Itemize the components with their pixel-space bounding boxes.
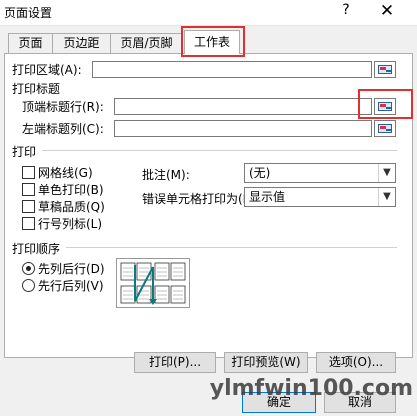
down-then-over-radio[interactable] <box>22 262 35 275</box>
page-order-preview-icon <box>116 258 190 308</box>
draft-quality-checkbox[interactable] <box>22 200 35 213</box>
dialog-title: 页面设置 <box>4 6 53 20</box>
cols-to-repeat-collapse-button[interactable] <box>374 120 396 137</box>
black-white-label: 单色打印(B) <box>38 183 104 197</box>
page-order-divider <box>66 247 397 248</box>
cell-errors-value: 显示值 <box>249 190 286 204</box>
print-button[interactable]: 打印(P)... <box>134 352 216 373</box>
comments-label: 批注(M): <box>142 168 190 182</box>
print-area-collapse-button[interactable] <box>374 61 396 78</box>
tab-highlight-box <box>181 26 245 57</box>
tab-header-footer[interactable]: 页眉/页脚 <box>110 33 183 53</box>
row-col-headings-label: 行号列标(L) <box>38 217 103 231</box>
cell-errors-select[interactable]: 显示值 ▼ <box>244 187 396 207</box>
gridlines-label: 网格线(G) <box>38 166 93 180</box>
print-preview-button[interactable]: 打印预览(W) <box>224 352 308 373</box>
down-then-over-label: 先列后行(D) <box>38 262 105 276</box>
rows-to-repeat-label: 顶端标题行(R): <box>22 100 104 114</box>
comments-select[interactable]: (无) ▼ <box>244 163 396 183</box>
over-then-down-radio[interactable] <box>22 279 35 292</box>
chevron-down-icon: ▼ <box>378 188 395 206</box>
comments-value: (无) <box>249 166 271 180</box>
rows-to-repeat-input[interactable] <box>114 98 372 115</box>
watermark-text: ylmfwin100.com <box>209 376 413 401</box>
print-divider <box>42 150 397 151</box>
cell-errors-label: 错误单元格打印为(E): <box>142 192 259 206</box>
row-col-headings-checkbox[interactable] <box>22 217 35 230</box>
cols-to-repeat-input[interactable] <box>114 120 372 137</box>
tab-margins[interactable]: 页边距 <box>52 33 111 53</box>
over-then-down-label: 先行后列(V) <box>38 279 104 293</box>
black-white-checkbox[interactable] <box>22 183 35 196</box>
print-area-label: 打印区域(A): <box>12 63 82 77</box>
cols-to-repeat-label: 左端标题列(C): <box>22 122 104 136</box>
options-button[interactable]: 选项(O)... <box>316 352 396 373</box>
page-order-heading: 打印顺序 <box>12 242 61 256</box>
tab-page[interactable]: 页面 <box>8 33 53 53</box>
draft-quality-label: 草稿品质(Q) <box>38 200 105 214</box>
print-heading: 打印 <box>12 145 37 159</box>
gridlines-checkbox[interactable] <box>22 166 35 179</box>
print-area-input[interactable] <box>92 61 372 78</box>
close-button[interactable]: ✕ <box>373 1 401 23</box>
print-titles-heading: 打印标题 <box>12 82 61 96</box>
chevron-down-icon: ▼ <box>378 164 395 182</box>
collapse-button-highlight-box <box>358 89 413 119</box>
title-bar: 页面设置 ? ✕ <box>0 0 417 26</box>
help-button[interactable]: ? <box>336 2 356 22</box>
